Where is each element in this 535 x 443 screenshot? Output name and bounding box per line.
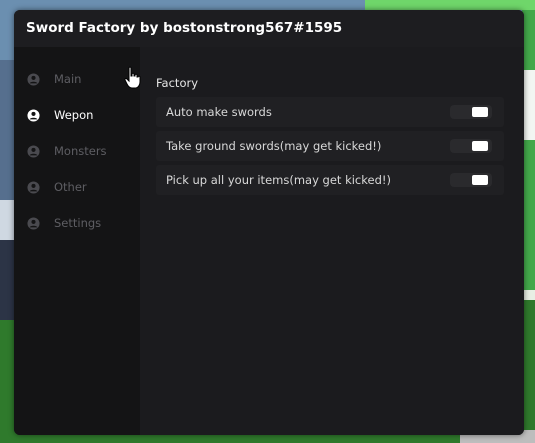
window-title: Sword Factory by bostonstrong567#1595 [26,20,343,36]
sidebar: Main Wepon Monsters Other Settings [14,47,140,435]
sidebar-item-label: Settings [54,216,102,230]
sidebar-item-monsters[interactable]: Monsters [14,137,140,167]
title-bar[interactable]: Sword Factory by bostonstrong567#1595 [14,10,524,47]
toggle-knob [472,107,488,117]
user-circle-icon [27,145,40,158]
toggle-knob [472,141,488,151]
game-backdrop-shadow [0,240,15,320]
sidebar-item-label: Other [54,180,87,194]
game-backdrop-platform [365,0,535,10]
toggle-label: Auto make swords [166,105,272,119]
toggle-switch[interactable] [450,105,492,119]
user-circle-icon [27,73,40,86]
toggle-row-take-ground-swords[interactable]: Take ground swords(may get kicked!) [156,131,504,161]
toggle-row-auto-make-swords[interactable]: Auto make swords [156,97,504,127]
sidebar-item-wepon[interactable]: Wepon [14,101,140,131]
sidebar-item-label: Wepon [54,108,94,122]
toggle-label: Pick up all your items(may get kicked!) [166,173,391,187]
hand-cursor-icon [124,66,141,89]
sidebar-item-settings[interactable]: Settings [14,209,140,239]
sidebar-item-other[interactable]: Other [14,173,140,203]
sidebar-item-label: Monsters [54,144,107,158]
toggle-knob [472,175,488,185]
toggle-row-pick-up-items[interactable]: Pick up all your items(may get kicked!) [156,165,504,195]
user-circle-icon [27,217,40,230]
toggle-switch[interactable] [450,139,492,153]
section-title: Factory [156,76,199,90]
game-backdrop-stripe [0,200,15,240]
sidebar-item-main[interactable]: Main [14,65,140,95]
user-circle-icon [27,181,40,194]
user-circle-icon [27,109,40,122]
toggle-label: Take ground swords(may get kicked!) [166,139,382,153]
sidebar-item-label: Main [54,72,82,86]
toggle-switch[interactable] [450,173,492,187]
script-window: Sword Factory by bostonstrong567#1595 Ma… [14,10,524,435]
content-panel: Factory Auto make swords Take ground swo… [140,47,524,435]
